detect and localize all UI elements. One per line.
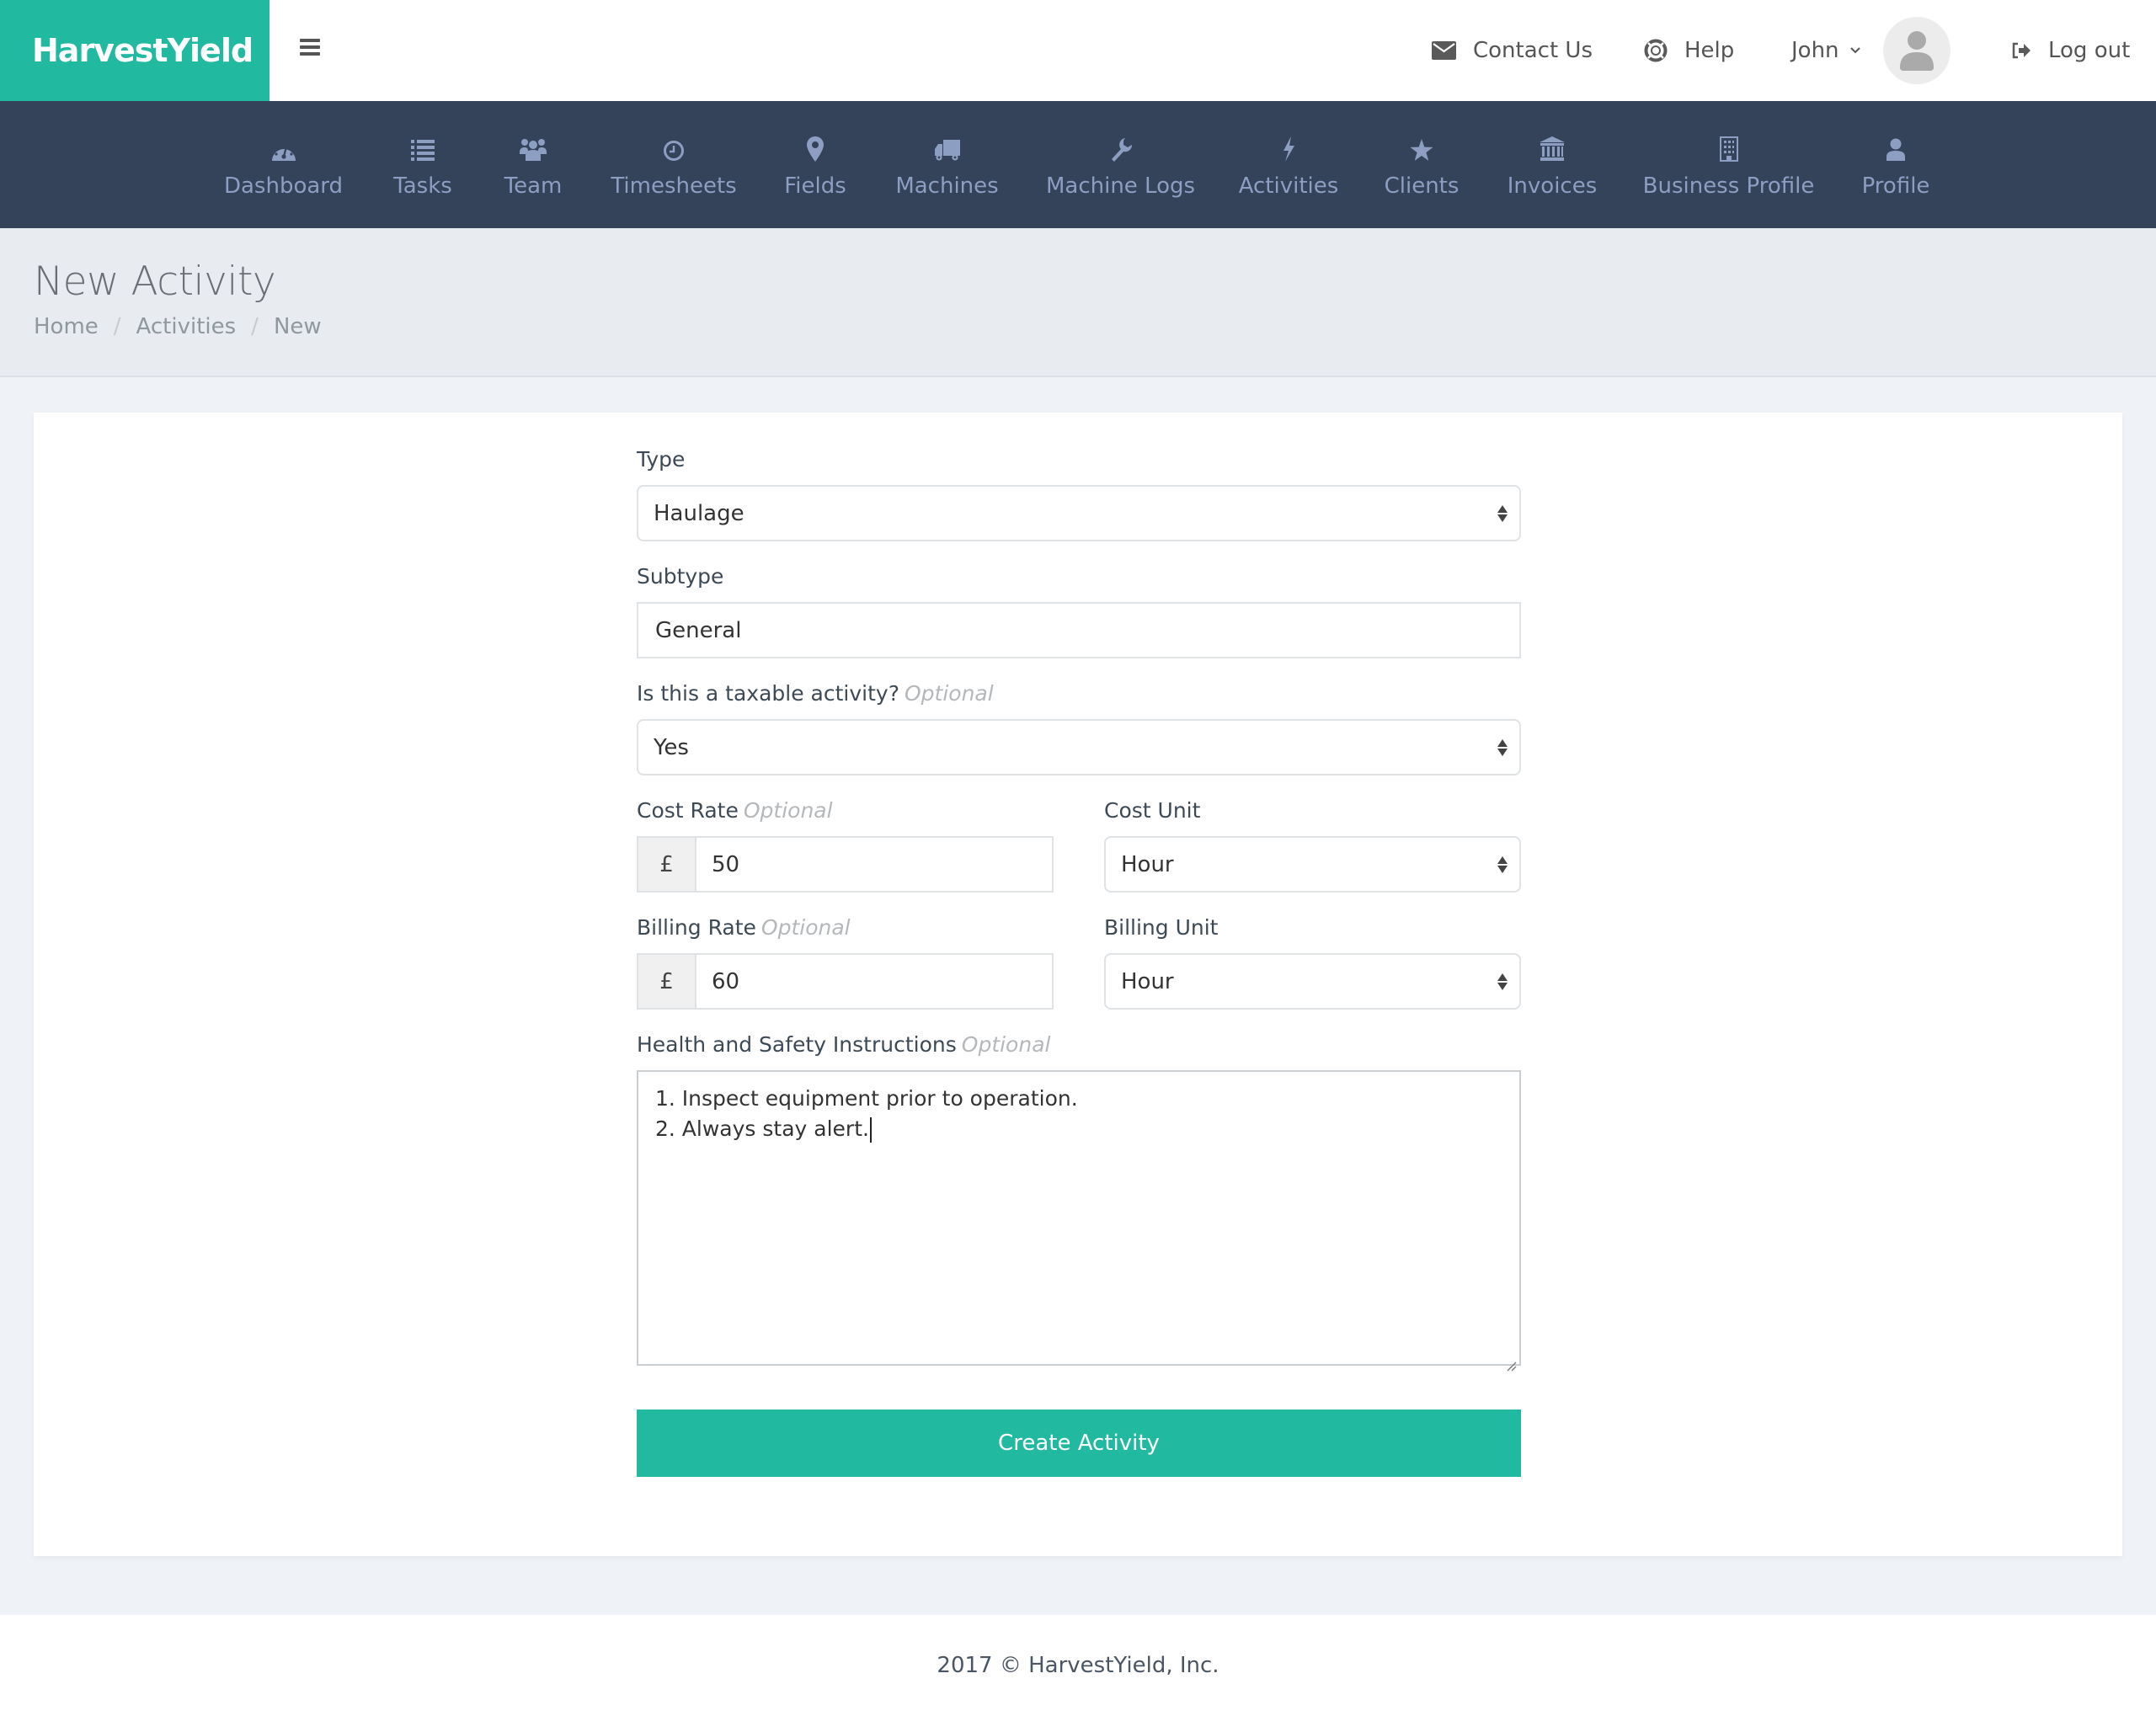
cost-unit-select[interactable]: Hour	[1104, 836, 1521, 893]
type-group: Type Haulage	[637, 446, 1521, 541]
breadcrumb-current: New	[273, 314, 322, 339]
bank-icon	[1540, 131, 1565, 162]
footer-copyright: 2017 © HarvestYield, Inc.	[937, 1653, 1219, 1678]
subtype-value: General	[655, 617, 742, 643]
taxable-value: Yes	[654, 734, 689, 760]
clock-icon	[663, 131, 685, 162]
subtype-input[interactable]: General	[637, 602, 1521, 658]
textarea-line: 1. Inspect equipment prior to operation.	[655, 1086, 1078, 1111]
optional-hint: Optional	[760, 915, 851, 940]
breadcrumb: Home / Activities / New	[34, 314, 322, 339]
cost-unit-label: Cost Unit	[1104, 798, 1201, 823]
nav-item-machine-logs[interactable]: Machine Logs	[1046, 101, 1195, 228]
bolt-icon	[1282, 131, 1295, 162]
currency-addon: £	[637, 953, 695, 1010]
star-icon	[1410, 131, 1433, 162]
breadcrumb-separator: /	[113, 314, 121, 339]
map-marker-icon	[807, 131, 824, 162]
nav-item-business-profile[interactable]: Business Profile	[1643, 101, 1814, 228]
page-header: New Activity Home / Activities / New	[0, 228, 2156, 377]
user-name: John	[1791, 38, 1839, 63]
life-ring-icon	[1644, 39, 1668, 62]
cost-rate-input-group: £ 50	[637, 836, 1054, 893]
nav-item-invoices[interactable]: Invoices	[1508, 101, 1597, 228]
billing-unit-select[interactable]: Hour	[1104, 953, 1521, 1010]
textarea-line: 2. Always stay alert.	[655, 1114, 1502, 1144]
nav-item-clients[interactable]: Clients	[1385, 101, 1459, 228]
nav-item-tasks[interactable]: Tasks	[393, 101, 452, 228]
nav-item-dashboard[interactable]: Dashboard	[224, 101, 343, 228]
nav-item-activities[interactable]: Activities	[1239, 101, 1338, 228]
type-select[interactable]: Haulage	[637, 485, 1521, 541]
type-value: Haulage	[654, 500, 744, 526]
cost-unit-value: Hour	[1121, 851, 1174, 877]
billing-unit-label: Billing Unit	[1104, 915, 1219, 940]
nav-item-timesheets[interactable]: Timesheets	[611, 101, 737, 228]
breadcrumb-home[interactable]: Home	[34, 314, 99, 339]
nav-item-machines[interactable]: Machines	[895, 101, 999, 228]
nav-item-fields[interactable]: Fields	[784, 101, 846, 228]
optional-hint: Optional	[743, 798, 833, 823]
contact-us-link[interactable]: Contact Us	[1432, 0, 1593, 101]
taxable-group: Is this a taxable activity? Optional Yes	[637, 680, 1521, 775]
list-icon	[411, 131, 435, 162]
main-nav: Dashboard Tasks Team Timesheets Fields M…	[0, 101, 2156, 228]
envelope-icon	[1432, 41, 1456, 60]
taxable-label: Is this a taxable activity? Optional	[637, 681, 994, 706]
select-arrows-icon	[1497, 973, 1508, 990]
contact-us-label: Contact Us	[1473, 38, 1593, 63]
chevron-down-icon	[1849, 46, 1861, 55]
user-menu[interactable]: John	[1791, 0, 1861, 101]
breadcrumb-activities[interactable]: Activities	[136, 314, 237, 339]
select-arrows-icon	[1497, 504, 1508, 522]
billing-rate-label: Billing Rate Optional	[637, 915, 851, 940]
brand-logo[interactable]: HarvestYield	[0, 0, 270, 101]
create-activity-button[interactable]: Create Activity	[637, 1410, 1521, 1477]
top-header: HarvestYield Contact Us Help John Log ou…	[0, 0, 2156, 101]
building-icon	[1719, 131, 1738, 162]
hamburger-icon[interactable]	[296, 39, 323, 62]
type-label: Type	[637, 447, 686, 472]
billing-rate-input[interactable]: 60	[695, 953, 1054, 1010]
form-card: Type Haulage Subtype General Is this a t…	[34, 413, 2122, 1556]
breadcrumb-separator: /	[251, 314, 259, 339]
currency-addon: £	[637, 836, 695, 893]
logout-link[interactable]: Log out	[2011, 0, 2130, 101]
footer: 2017 © HarvestYield, Inc.	[0, 1615, 2156, 1716]
health-safety-textarea[interactable]: 1. Inspect equipment prior to operation.…	[637, 1070, 1521, 1372]
user-avatar-icon[interactable]	[1883, 17, 1951, 84]
billing-unit-value: Hour	[1121, 968, 1174, 994]
optional-hint: Optional	[961, 1032, 1051, 1057]
nav-item-team[interactable]: Team	[504, 101, 563, 228]
user-icon	[1886, 131, 1905, 162]
billing-row: Billing Rate Optional £ 60 Billing Unit H…	[637, 914, 1521, 1010]
truck-icon	[934, 131, 960, 162]
logout-label: Log out	[2048, 38, 2131, 63]
select-arrows-icon	[1497, 738, 1508, 756]
users-icon	[520, 131, 547, 162]
nav-item-profile[interactable]: Profile	[1862, 101, 1929, 228]
health-safety-group: Health and Safety Instructions Optional 1…	[637, 1031, 1521, 1372]
select-arrows-icon	[1497, 855, 1508, 873]
cost-row: Cost Rate Optional £ 50 Cost Unit Hour	[637, 797, 1521, 893]
sign-out-icon	[2011, 41, 2031, 60]
subtype-group: Subtype General	[637, 563, 1521, 658]
resize-handle-icon[interactable]	[1505, 1350, 1517, 1372]
cost-rate-label: Cost Rate Optional	[637, 798, 833, 823]
subtype-label: Subtype	[637, 564, 724, 589]
wrench-icon	[1110, 131, 1132, 162]
health-safety-label: Health and Safety Instructions Optional	[637, 1032, 1051, 1057]
text-caret	[869, 1117, 872, 1143]
cost-rate-input[interactable]: 50	[695, 836, 1054, 893]
help-link[interactable]: Help	[1644, 0, 1734, 101]
billing-rate-input-group: £ 60	[637, 953, 1054, 1010]
optional-hint: Optional	[904, 681, 994, 706]
help-label: Help	[1684, 38, 1735, 63]
page-title: New Activity	[34, 258, 276, 305]
taxable-select[interactable]: Yes	[637, 719, 1521, 775]
dashboard-gauge-icon	[271, 131, 296, 162]
new-activity-form: Type Haulage Subtype General Is this a t…	[637, 446, 1521, 1477]
